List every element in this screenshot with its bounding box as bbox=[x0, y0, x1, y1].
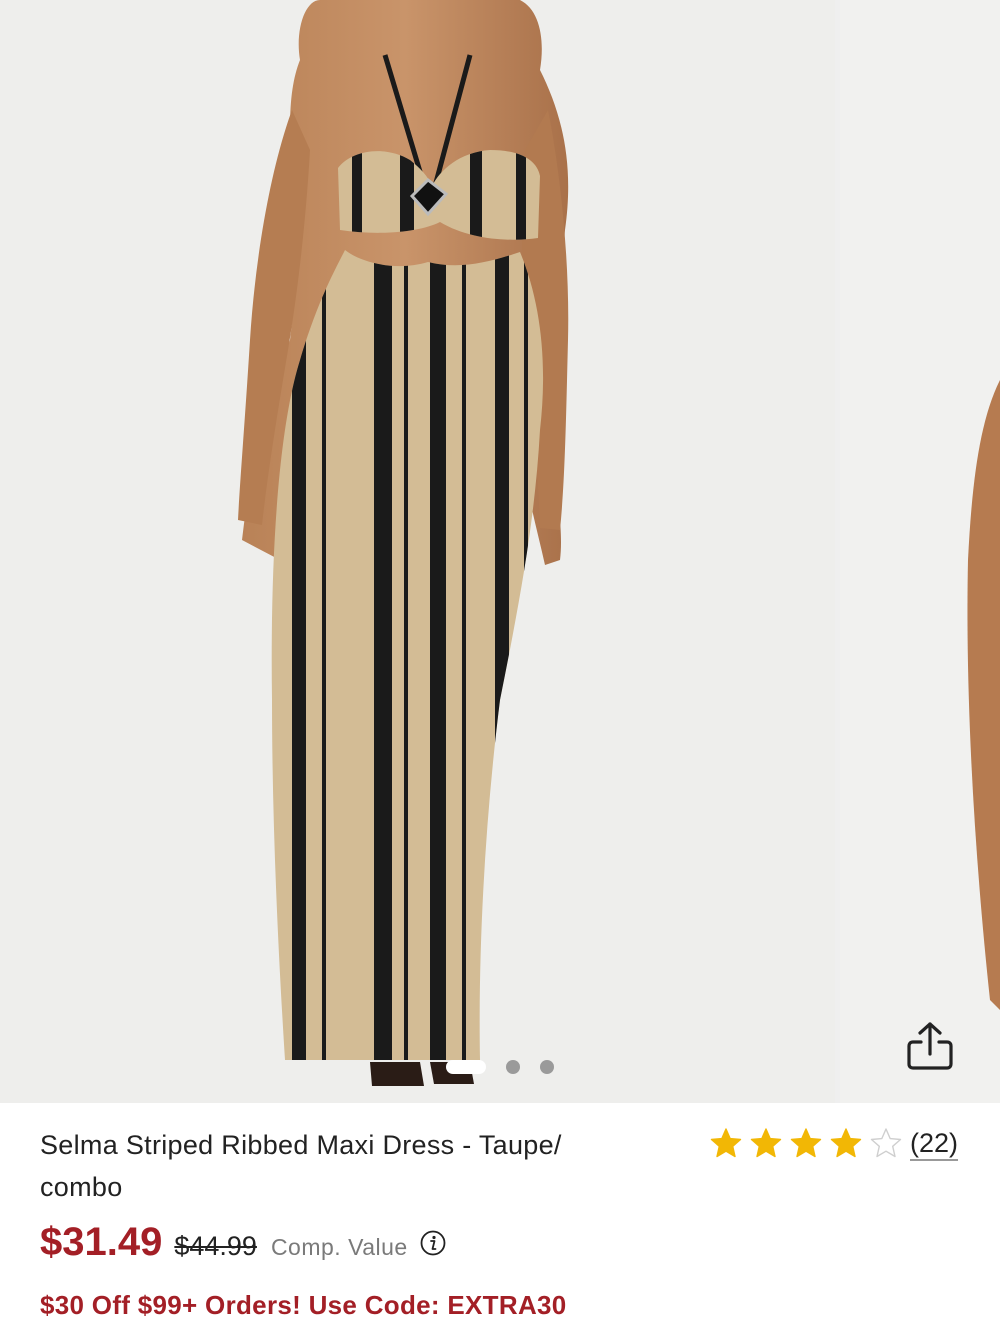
product-title: Selma Striped Ribbed Maxi Dress - Taupe/… bbox=[40, 1130, 562, 1202]
info-icon[interactable] bbox=[420, 1230, 446, 1256]
sale-price: $31.49 bbox=[40, 1220, 163, 1264]
gallery-pagination[interactable] bbox=[446, 1059, 554, 1075]
review-count-link[interactable]: (22) bbox=[910, 1128, 958, 1159]
price-row: $31.49 $44.99 Comp. Value bbox=[40, 1220, 446, 1265]
share-icon bbox=[907, 1022, 953, 1070]
dress-photo-illustration bbox=[238, 0, 569, 1086]
star-icon bbox=[786, 1126, 826, 1160]
next-photo-illustration bbox=[967, 380, 1000, 1010]
product-image-gallery[interactable] bbox=[0, 0, 1000, 1103]
star-icon bbox=[706, 1126, 746, 1160]
rating-stars bbox=[706, 1126, 906, 1160]
comp-value-label: Comp. Value bbox=[270, 1234, 408, 1260]
original-price: $44.99 bbox=[174, 1231, 257, 1261]
product-photo-main[interactable] bbox=[0, 0, 835, 1103]
pagination-dot[interactable] bbox=[506, 1060, 520, 1074]
pagination-dot-active[interactable] bbox=[446, 1060, 486, 1074]
pagination-dot[interactable] bbox=[540, 1060, 554, 1074]
star-icon bbox=[746, 1126, 786, 1160]
promo-banner: $30 Off $99+ Orders! Use Code: EXTRA30 bbox=[40, 1290, 567, 1320]
star-icon bbox=[866, 1126, 906, 1160]
product-rating[interactable]: (22) bbox=[706, 1126, 958, 1160]
star-icon bbox=[826, 1126, 866, 1160]
share-button[interactable] bbox=[900, 1016, 960, 1076]
product-photo-next-preview[interactable] bbox=[840, 0, 1000, 1103]
